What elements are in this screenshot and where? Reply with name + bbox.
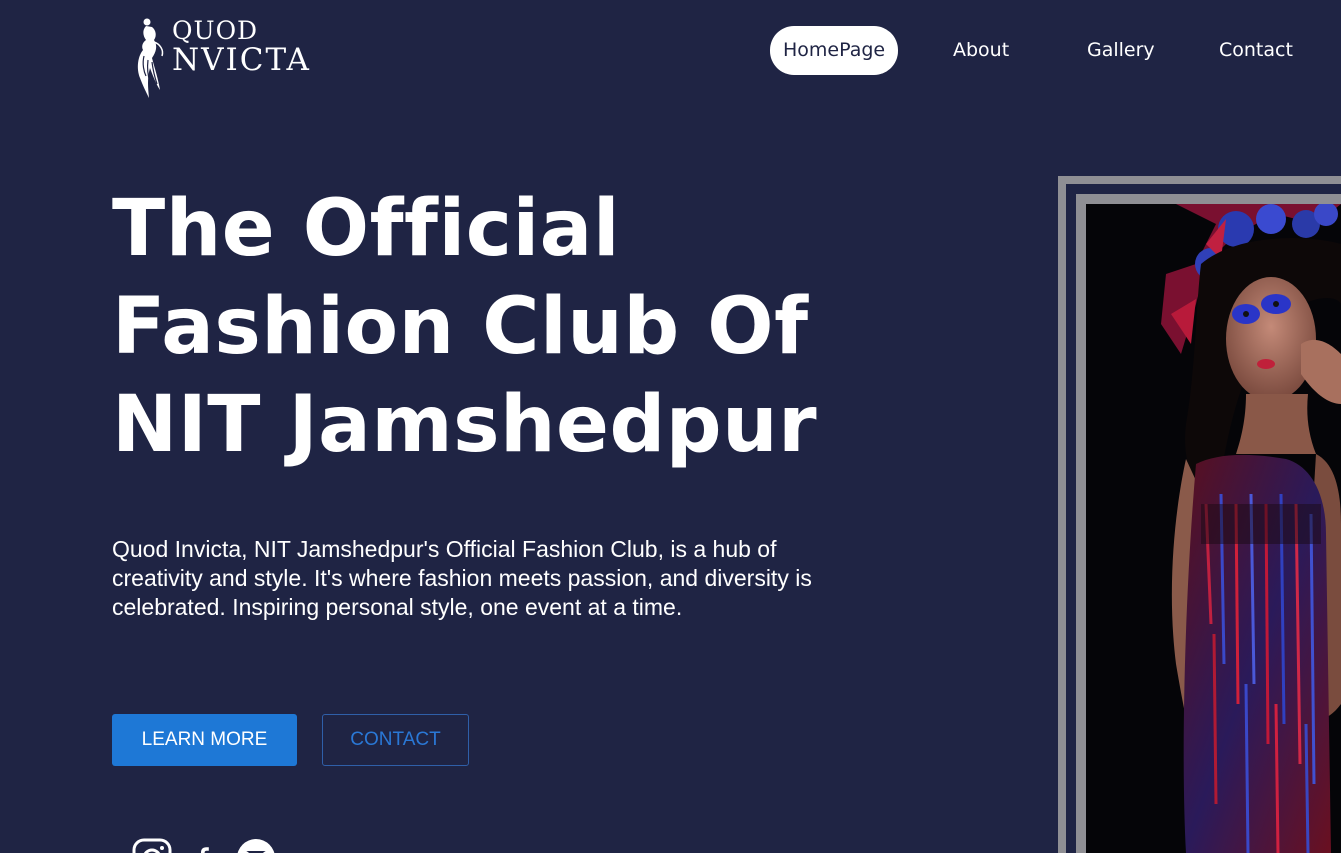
instagram-icon[interactable]: [132, 838, 172, 853]
hero-title: The Official Fashion Club Of NIT Jamshed…: [112, 184, 818, 470]
facebook-icon[interactable]: [192, 838, 216, 853]
model-portrait-photo: [1086, 204, 1341, 853]
nav-item-contact[interactable]: Contact: [1219, 26, 1293, 75]
contact-button[interactable]: CONTACT: [322, 714, 469, 766]
logo-text-line2: NVICTA: [172, 42, 311, 78]
logo-text-line1: QUOD: [172, 16, 259, 45]
nav-item-gallery[interactable]: Gallery: [1087, 26, 1155, 75]
site-logo[interactable]: QUOD NVICTA: [134, 16, 334, 100]
email-icon[interactable]: [236, 838, 276, 853]
nav-item-homepage[interactable]: HomePage: [770, 26, 899, 75]
learn-more-button[interactable]: LEARN MORE: [112, 714, 297, 766]
fashion-figure-logo-icon: [137, 18, 164, 98]
nav-item-about[interactable]: About: [953, 26, 1009, 75]
hero-description: Quod Invicta, NIT Jamshedpur's Official …: [112, 536, 812, 620]
page: QUOD NVICTA HomePage About Gallery Conta…: [0, 0, 1341, 853]
social-links: [132, 838, 276, 853]
